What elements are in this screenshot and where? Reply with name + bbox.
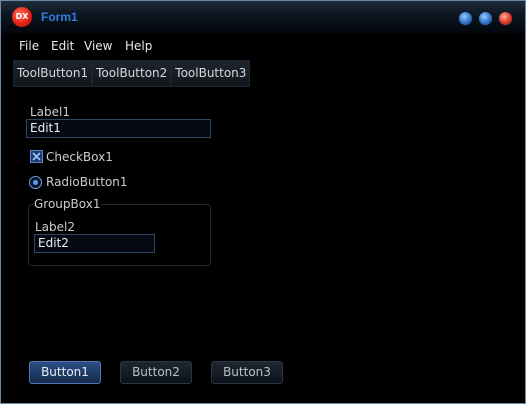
radio-selected-dot-icon bbox=[33, 180, 38, 185]
form1-window: DX Form1 File Edit View Help ToolButton1… bbox=[0, 0, 526, 404]
radio-button-1[interactable] bbox=[29, 176, 42, 189]
toolbar: ToolButton1 ToolButton2 ToolButton3 bbox=[13, 60, 251, 87]
menu-file[interactable]: File bbox=[19, 39, 39, 53]
close-button[interactable] bbox=[498, 11, 513, 26]
checkbox1-label[interactable]: CheckBox1 bbox=[46, 150, 113, 164]
label2: Label2 bbox=[35, 220, 76, 234]
label1: Label1 bbox=[30, 105, 71, 119]
radio-button-1-label[interactable]: RadioButton1 bbox=[46, 175, 128, 189]
edit2-input[interactable]: Edit2 bbox=[34, 234, 155, 253]
tool-button-1[interactable]: ToolButton1 bbox=[13, 60, 93, 87]
button1[interactable]: Button1 bbox=[29, 361, 101, 384]
menu-view[interactable]: View bbox=[84, 39, 112, 53]
tool-button-3[interactable]: ToolButton3 bbox=[171, 60, 251, 87]
edit1-input[interactable]: Edit1 bbox=[26, 119, 211, 138]
button2[interactable]: Button2 bbox=[120, 361, 192, 384]
app-logo-icon: DX bbox=[12, 7, 32, 27]
check-icon bbox=[32, 152, 41, 161]
menu-help[interactable]: Help bbox=[125, 39, 152, 53]
tool-button-2[interactable]: ToolButton2 bbox=[92, 60, 172, 87]
maximize-button[interactable] bbox=[478, 11, 493, 26]
minimize-button[interactable] bbox=[458, 11, 473, 26]
groupbox1-caption: GroupBox1 bbox=[33, 197, 102, 211]
menu-edit[interactable]: Edit bbox=[51, 39, 74, 53]
title-bar[interactable]: DX Form1 bbox=[1, 1, 525, 33]
window-title: Form1 bbox=[41, 10, 78, 24]
button3[interactable]: Button3 bbox=[211, 361, 283, 384]
menu-bar: File Edit View Help bbox=[1, 35, 525, 55]
checkbox1[interactable] bbox=[30, 150, 43, 163]
